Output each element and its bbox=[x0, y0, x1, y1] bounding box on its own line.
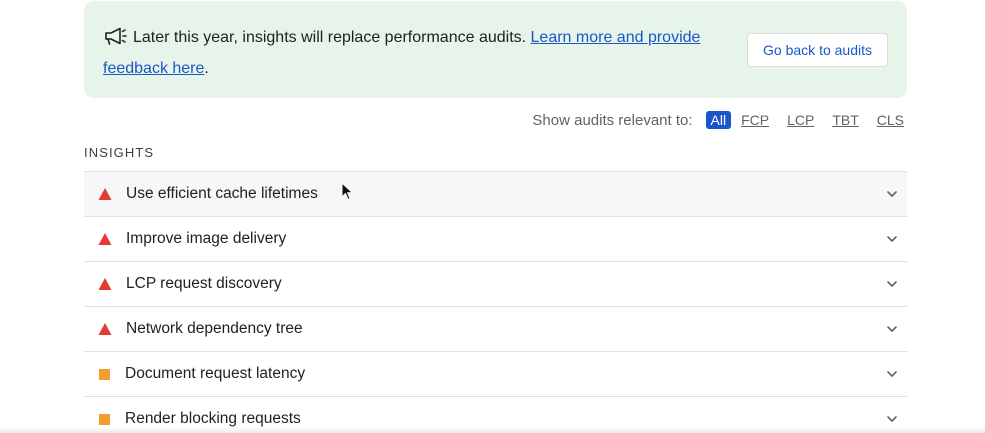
red-triangle-icon bbox=[98, 278, 112, 290]
audit-filter-bar: Show audits relevant to: All FCP LCP TBT… bbox=[532, 110, 907, 130]
audit-title: Use efficient cache lifetimes bbox=[126, 185, 318, 202]
audit-title: LCP request discovery bbox=[126, 275, 282, 292]
audit-row[interactable]: Improve image delivery bbox=[84, 217, 907, 262]
red-triangle-icon bbox=[98, 323, 112, 335]
audit-row[interactable]: Use efficient cache lifetimes bbox=[84, 172, 907, 217]
banner-trailing-period: . bbox=[204, 60, 209, 77]
section-title: INSIGHTS bbox=[84, 145, 155, 160]
filter-chip-tbt[interactable]: TBT bbox=[829, 111, 861, 129]
chevron-down-icon[interactable] bbox=[886, 188, 898, 200]
audit-title: Network dependency tree bbox=[126, 320, 303, 337]
audit-row[interactable]: Document request latency bbox=[84, 352, 907, 397]
filter-chip-cls[interactable]: CLS bbox=[874, 111, 907, 129]
filter-chip-lcp[interactable]: LCP bbox=[784, 111, 817, 129]
orange-square-icon bbox=[99, 413, 110, 425]
banner-message: Later this year, insights will replace p… bbox=[103, 22, 713, 84]
bottom-edge-shadow bbox=[0, 427, 985, 433]
red-triangle-icon bbox=[98, 188, 112, 200]
audit-title: Document request latency bbox=[125, 365, 306, 382]
chevron-down-icon[interactable] bbox=[886, 323, 898, 335]
chevron-down-icon[interactable] bbox=[886, 368, 898, 380]
filter-chip-all[interactable]: All bbox=[705, 111, 732, 129]
chevron-down-icon[interactable] bbox=[886, 278, 898, 290]
banner-text: Later this year, insights will replace p… bbox=[133, 29, 527, 46]
audit-row[interactable]: Network dependency tree bbox=[84, 307, 907, 352]
go-back-to-audits-button[interactable]: Go back to audits bbox=[747, 33, 888, 67]
audit-list: Use efficient cache lifetimes Improve im… bbox=[84, 171, 907, 433]
audit-title: Improve image delivery bbox=[126, 230, 287, 247]
chevron-down-icon[interactable] bbox=[886, 413, 898, 425]
chevron-down-icon[interactable] bbox=[886, 233, 898, 245]
filter-chip-fcp[interactable]: FCP bbox=[738, 111, 772, 129]
megaphone-icon bbox=[105, 27, 127, 45]
filter-label: Show audits relevant to: bbox=[532, 111, 693, 129]
insights-announcement-banner: Later this year, insights will replace p… bbox=[84, 1, 907, 98]
audit-title: Render blocking requests bbox=[125, 410, 301, 427]
orange-square-icon bbox=[99, 368, 110, 380]
audit-row[interactable]: LCP request discovery bbox=[84, 262, 907, 307]
mouse-cursor-icon bbox=[341, 182, 354, 201]
page: Later this year, insights will replace p… bbox=[0, 0, 985, 433]
red-triangle-icon bbox=[98, 233, 112, 245]
